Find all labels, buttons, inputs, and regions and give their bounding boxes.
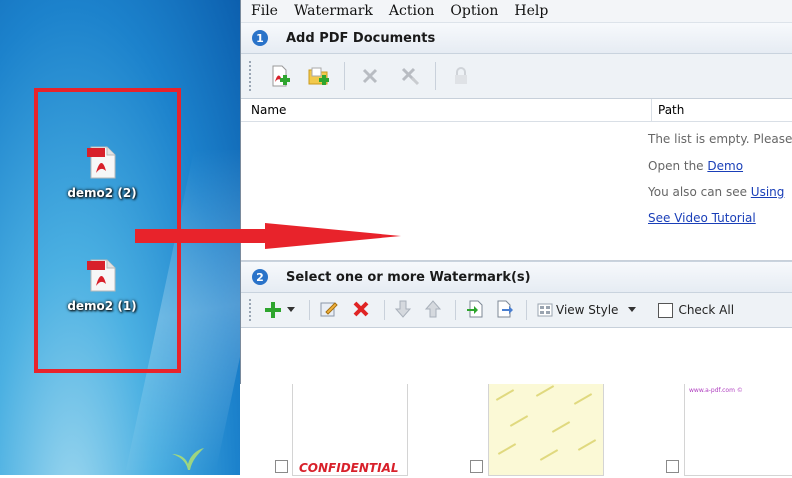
toolbar-separator bbox=[309, 300, 310, 320]
also-see-text: You also can see bbox=[648, 185, 751, 199]
watermark-thumbnail-area: CONFIDENTIAL www.a-pdf.com © bbox=[240, 384, 792, 476]
desktop-file-label: demo2 (1) bbox=[67, 299, 137, 313]
pdf-toolbar bbox=[241, 54, 792, 99]
watermark-thumbnail-pattern[interactable] bbox=[488, 384, 604, 476]
edit-icon bbox=[320, 301, 338, 316]
dropdown-arrow-icon bbox=[628, 307, 637, 312]
pdf-file-icon bbox=[87, 146, 116, 179]
dropdown-arrow-icon bbox=[287, 307, 295, 312]
menu-help[interactable]: Help bbox=[514, 3, 548, 19]
remove-icon bbox=[362, 68, 378, 84]
plus-icon bbox=[265, 302, 281, 318]
edit-watermark-button[interactable] bbox=[320, 300, 338, 321]
add-folder-button[interactable] bbox=[304, 61, 334, 91]
menu-action[interactable]: Action bbox=[389, 3, 435, 19]
empty-list-message: The list is empty. Please bbox=[648, 132, 792, 146]
view-style-label: View Style bbox=[556, 303, 619, 317]
menu-watermark[interactable]: Watermark bbox=[294, 3, 373, 19]
drag-arrow bbox=[135, 223, 401, 249]
section-title-add-pdf: Add PDF Documents bbox=[286, 30, 436, 46]
desktop-file-demo2-1[interactable]: demo2 (1) bbox=[52, 258, 152, 313]
watermark-thumbnail-confidential[interactable]: CONFIDENTIAL bbox=[292, 384, 408, 476]
thumbnail-text: CONFIDENTIAL bbox=[299, 461, 399, 475]
arrow-down-icon bbox=[394, 300, 412, 318]
open-demo-text: Open the bbox=[648, 159, 708, 173]
step-2-badge: 2 bbox=[252, 269, 268, 285]
watermark-checkbox[interactable] bbox=[666, 460, 679, 473]
lock-button[interactable] bbox=[446, 61, 476, 91]
step-1-badge: 1 bbox=[252, 30, 268, 46]
toolbar-separator bbox=[455, 300, 456, 320]
video-tutorial-line: See Video Tutorial bbox=[648, 211, 756, 225]
import-icon bbox=[467, 300, 483, 317]
add-file-icon bbox=[272, 65, 290, 87]
using-link[interactable]: Using bbox=[751, 185, 785, 199]
toolbar-separator bbox=[526, 300, 527, 320]
export-icon bbox=[497, 300, 513, 317]
checkbox-box[interactable] bbox=[658, 302, 674, 318]
section-add-pdf-header: 1 Add PDF Documents bbox=[241, 23, 792, 54]
delete-icon bbox=[353, 301, 369, 316]
menu-bar: File Watermark Action Option Help bbox=[241, 0, 792, 23]
wallpaper-plant bbox=[172, 448, 204, 470]
move-up-button[interactable] bbox=[424, 299, 442, 321]
desktop-file-label: demo2 (2) bbox=[67, 186, 137, 200]
pdf-file-icon bbox=[87, 259, 116, 292]
check-all-checkbox[interactable]: Check All bbox=[658, 302, 735, 318]
lock-icon bbox=[455, 67, 467, 84]
using-line: You also can see Using bbox=[648, 185, 784, 199]
view-style-dropdown[interactable]: View Style bbox=[537, 303, 637, 317]
toolbar-grip[interactable] bbox=[249, 299, 254, 321]
toolbar-separator bbox=[344, 62, 345, 90]
view-style-icon bbox=[537, 303, 553, 317]
thumbnail-text: www.a-pdf.com © bbox=[689, 387, 743, 394]
desktop-file-demo2-2[interactable]: demo2 (2) bbox=[52, 145, 152, 200]
watermark-thumbnail-url[interactable]: www.a-pdf.com © bbox=[684, 384, 792, 476]
file-list-header: Name Path bbox=[241, 99, 792, 122]
section-watermark-header: 2 Select one or more Watermark(s) bbox=[241, 261, 792, 293]
move-down-button[interactable] bbox=[394, 300, 412, 321]
open-demo-line: Open the Demo bbox=[648, 159, 743, 173]
remove-all-icon bbox=[401, 67, 420, 86]
column-name[interactable]: Name bbox=[241, 99, 652, 121]
delete-watermark-button[interactable] bbox=[352, 300, 370, 321]
watermark-checkbox[interactable] bbox=[470, 460, 483, 473]
remove-all-button[interactable] bbox=[395, 61, 425, 91]
watermark-toolbar: View Style Check All bbox=[241, 293, 792, 328]
check-all-label: Check All bbox=[678, 303, 735, 317]
toolbar-separator bbox=[384, 300, 385, 320]
video-tutorial-link[interactable]: See Video Tutorial bbox=[648, 211, 756, 225]
toolbar-separator bbox=[435, 62, 436, 90]
thumbnail-pattern bbox=[495, 385, 597, 461]
export-button[interactable] bbox=[496, 300, 514, 321]
add-watermark-button[interactable] bbox=[264, 301, 295, 319]
section-title-watermark: Select one or more Watermark(s) bbox=[286, 269, 531, 285]
arrow-up-icon bbox=[424, 299, 442, 317]
import-button[interactable] bbox=[466, 300, 484, 321]
menu-option[interactable]: Option bbox=[450, 3, 498, 19]
demo-link[interactable]: Demo bbox=[707, 159, 743, 173]
add-file-button[interactable] bbox=[264, 61, 294, 91]
remove-button[interactable] bbox=[355, 61, 385, 91]
watermark-checkbox[interactable] bbox=[275, 460, 288, 473]
menu-file[interactable]: File bbox=[251, 3, 278, 19]
add-folder-icon bbox=[308, 67, 329, 85]
column-path[interactable]: Path bbox=[652, 103, 684, 117]
toolbar-grip[interactable] bbox=[249, 61, 254, 91]
